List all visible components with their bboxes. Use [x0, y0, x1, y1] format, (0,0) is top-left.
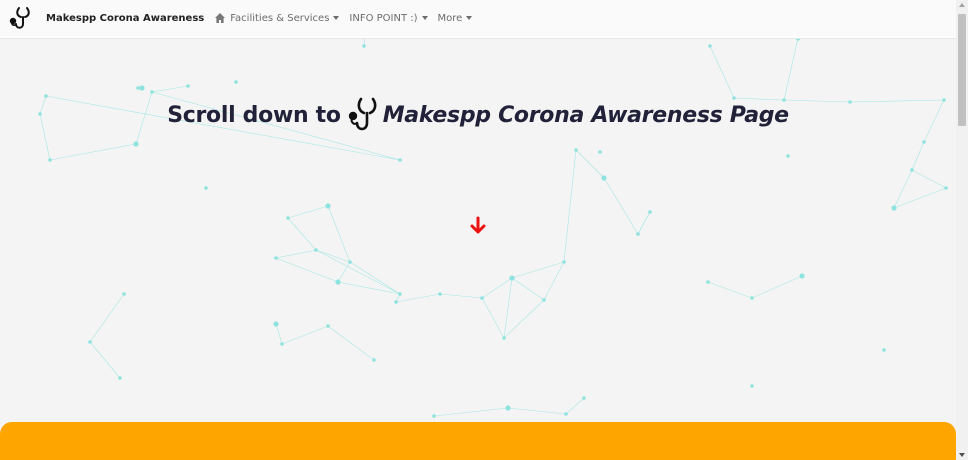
particle-dot — [891, 205, 897, 211]
particle-dot — [122, 292, 126, 296]
particle-dot — [372, 358, 376, 362]
particle-dot — [150, 90, 154, 94]
particle-dot — [505, 405, 511, 411]
content-panel — [0, 422, 956, 460]
particle-dot — [708, 44, 712, 48]
vertical-scrollbar[interactable] — [956, 0, 968, 460]
nav-facilities-dropdown[interactable]: Facilities & Services — [230, 12, 340, 24]
particle-dot — [273, 321, 279, 327]
particle-dot — [502, 336, 506, 340]
nav-more-dropdown[interactable]: More — [438, 13, 473, 24]
particle-dot — [136, 86, 140, 90]
nav-more-label: More — [437, 12, 463, 24]
brand-title: Makespp Corona Awareness — [46, 12, 205, 24]
particle-dot — [922, 140, 926, 144]
particle-dot — [118, 376, 122, 380]
particle-dot — [786, 154, 790, 158]
scroll-down-arrow-icon[interactable] — [959, 453, 965, 457]
stethoscope-icon — [348, 97, 377, 131]
particle-dot — [598, 150, 602, 154]
particle-dot — [509, 275, 515, 281]
particle-dot — [398, 158, 402, 162]
particle-dot — [432, 414, 436, 418]
particle-dot — [274, 256, 278, 260]
particle-dot — [133, 141, 139, 147]
particle-dot — [335, 279, 341, 285]
particle-dot — [944, 186, 948, 190]
particle-dot — [706, 280, 710, 284]
particle-dot — [280, 342, 284, 346]
particle-dot — [480, 296, 484, 300]
particle-dot — [562, 260, 566, 264]
particle-dot — [394, 300, 398, 304]
scrollbar-thumb[interactable] — [958, 14, 966, 126]
particle-dot — [326, 324, 330, 328]
particle-dot — [601, 175, 607, 181]
particle-dot — [139, 85, 145, 91]
particle-dot — [348, 260, 352, 264]
particle-dot — [204, 186, 208, 190]
particle-dot — [314, 248, 318, 252]
hero-lead-text: Scroll down to — [167, 102, 341, 128]
particle-dot — [542, 298, 546, 302]
caret-down-icon — [421, 16, 428, 20]
arrow-down-icon[interactable] — [469, 216, 487, 236]
particle-dot — [574, 148, 578, 152]
nav-info-point-dropdown[interactable]: INFO POINT :) — [349, 12, 428, 24]
hero-brand-text: Makespp Corona Awareness Page — [382, 102, 789, 128]
particle-dot — [362, 44, 366, 48]
nav-facilities-label: Facilities & Services — [230, 12, 330, 24]
particle-dot — [882, 348, 886, 352]
scroll-up-arrow-icon[interactable] — [959, 3, 965, 7]
particle-dot — [325, 203, 331, 209]
caret-down-icon — [466, 16, 473, 20]
caret-down-icon — [333, 16, 340, 20]
particle-dot — [48, 158, 52, 162]
particle-dot — [648, 210, 652, 214]
particle-dot — [750, 384, 754, 388]
particle-dot — [438, 292, 442, 296]
particle-dot — [186, 84, 190, 88]
nav-info-point-label: INFO POINT :) — [349, 12, 418, 24]
particle-dot — [582, 396, 586, 400]
brand-link[interactable]: Makespp Corona Awareness — [8, 5, 204, 31]
particle-dot — [286, 216, 290, 220]
particle-dot — [398, 292, 402, 296]
particle-dot — [910, 168, 914, 172]
hero-headline: Scroll down to Makespp Corona Awareness … — [0, 96, 956, 134]
particle-dot — [234, 80, 238, 84]
home-icon[interactable] — [214, 12, 226, 24]
particle-dot — [564, 412, 568, 416]
particle-dot — [750, 296, 754, 300]
particle-dot — [88, 340, 92, 344]
particle-dot — [636, 232, 640, 236]
stethoscope-icon — [9, 7, 30, 29]
particle-dot — [799, 273, 805, 279]
top-navbar: Makespp Corona Awareness Facilities & Se… — [0, 0, 956, 38]
